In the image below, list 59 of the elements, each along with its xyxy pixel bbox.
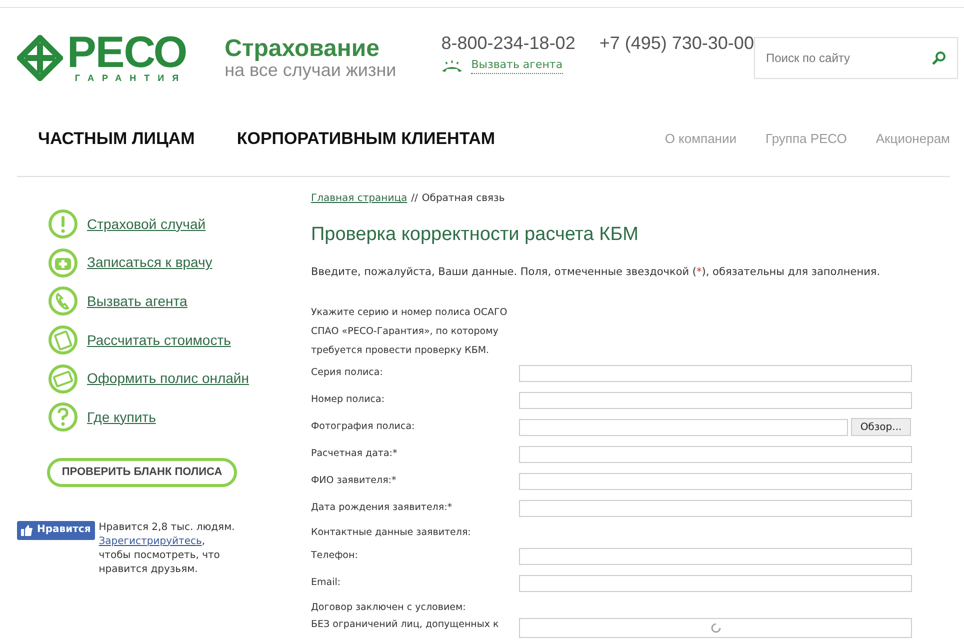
search-field[interactable]: Поиск по сайту (754, 37, 958, 79)
field-label: Email: (311, 576, 342, 590)
like-button[interactable]: Нравится (17, 520, 95, 540)
check-policy-button[interactable]: ПРОВЕРИТЬ БЛАНК ПОЛИСА (47, 458, 237, 487)
question-icon (47, 401, 79, 434)
call-agent-link[interactable]: Вызвать агента (471, 56, 563, 74)
breadcrumb-current: Обратная связь (422, 192, 505, 206)
form-section-label: Контактные данные заявителя: (311, 526, 472, 540)
form-note: Укажите серию и номер полиса ОСАГО СПАО «РЕСО-Гарантия», по которому требуется провести проверку КБМ. (311, 306, 508, 358)
card-icon (47, 362, 79, 395)
sidebar-link[interactable]: Рассчитать стоимость (87, 330, 231, 351)
select-field[interactable] (519, 618, 912, 638)
search-icon[interactable] (932, 51, 946, 65)
input-field[interactable] (519, 392, 912, 409)
input-field[interactable] (519, 446, 912, 463)
file-field[interactable] (519, 418, 848, 436)
logo-text: РЕСО (67, 33, 187, 73)
phone-number: +7 (495) 730-30-00 (599, 32, 754, 55)
browse-button[interactable]: Обзор... (851, 418, 911, 436)
like-message: Зарегистрируйтесь, чтобы посмотреть, что нравится друзьям. (98, 534, 221, 577)
alert-icon (47, 208, 79, 240)
register-link[interactable]: Зарегистрируйтесь (98, 536, 202, 547)
calculator-icon (47, 324, 79, 356)
field-label: Серия полиса: (311, 366, 384, 380)
input-field[interactable] (519, 574, 912, 592)
page-title: Проверка корректности расчета КБМ (311, 224, 640, 247)
field-label: Фотография полиса: (311, 420, 416, 434)
field-label: Номер полиса: (311, 392, 386, 407)
loading-spinner-icon (710, 622, 720, 633)
field-label: Дата рождения заявителя:* (311, 500, 454, 515)
input-field[interactable] (519, 472, 912, 490)
logo-emblem-icon (17, 35, 63, 81)
main-nav-link[interactable]: КОРПОРАТИВНЫМ КЛИЕНТАМ (236, 126, 496, 152)
phone-number: 8-800-234-18-02 (441, 32, 576, 55)
input-field[interactable] (519, 548, 912, 565)
sidebar-link[interactable]: Оформить полис онлайн (87, 368, 249, 390)
medical-icon (47, 246, 79, 279)
thumbs-up-icon (21, 524, 33, 536)
tagline-subtitle: на все случаи жизни (224, 61, 396, 79)
field-label: Телефон: (311, 548, 359, 563)
intro-text: Введите, пожалуйста, Ваши данные. Поля, отмеченные звездочкой (*), обязательны для заполнения. (311, 264, 882, 280)
sidebar-link[interactable]: Записаться к врачу (87, 252, 212, 274)
input-field[interactable] (519, 500, 912, 517)
like-count: Нравится 2,8 тыс. людям. (98, 520, 236, 535)
phone-icon (47, 285, 79, 318)
field-label: ФИО заявителя:* (311, 474, 398, 488)
form-section-label: Договор заключен с условием: (311, 600, 467, 615)
breadcrumb-link[interactable]: Главная страница (311, 191, 408, 206)
logo-subtitle: ГАРАНТИЯ (74, 73, 187, 83)
input-field[interactable] (519, 364, 912, 382)
sidebar-link[interactable]: Вызвать агента (87, 290, 188, 312)
sidebar-link[interactable]: Где купить (87, 406, 156, 428)
sidebar-link[interactable]: Страховой случай (87, 214, 206, 235)
tagline-title: Страхование (224, 37, 380, 61)
field-label: Расчетная дата:* (311, 446, 398, 461)
phone-icon (441, 60, 464, 72)
breadcrumb-separator: // (411, 192, 418, 206)
main-nav-link[interactable]: ЧАСТНЫМ ЛИЦАМ (38, 126, 195, 152)
field-label: БЕЗ ограничений лиц, допущенных к (311, 618, 500, 632)
